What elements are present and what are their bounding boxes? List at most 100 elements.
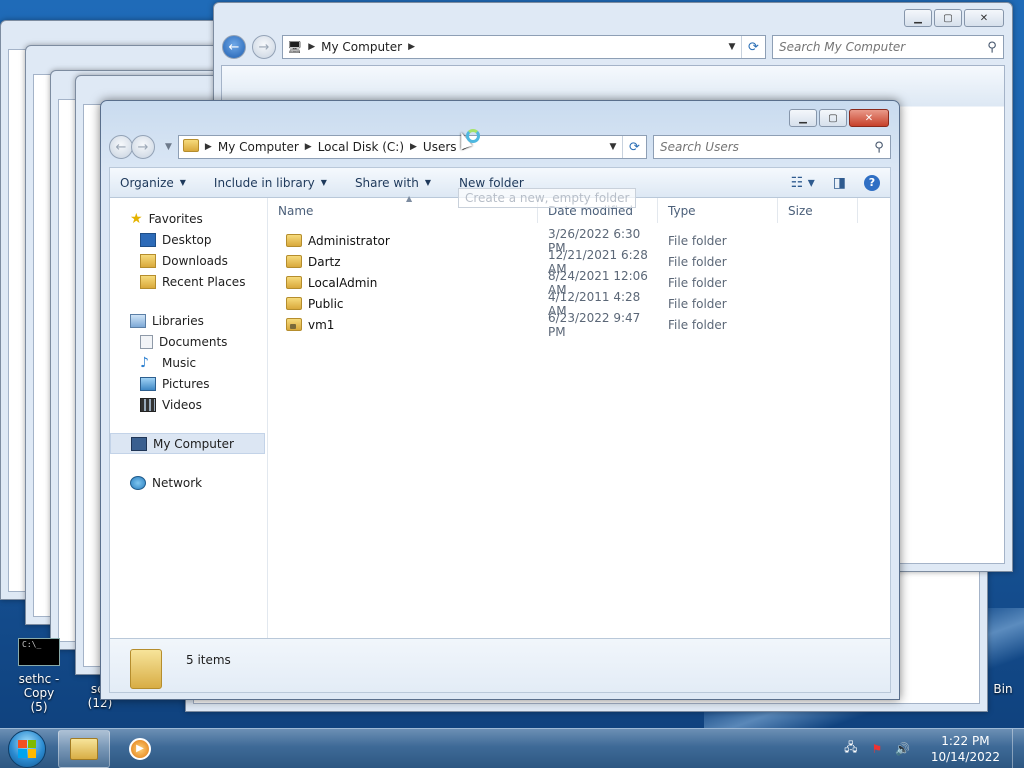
nav-my-computer[interactable]: My Computer <box>110 433 265 454</box>
maximize-button[interactable]: ▢ <box>934 9 962 27</box>
show-desktop-button[interactable] <box>1012 728 1024 768</box>
folder-icon <box>286 255 302 268</box>
recent-places-icon <box>140 274 156 289</box>
chevron-down-icon: ▼ <box>179 178 186 187</box>
minimize-button[interactable]: ▁ <box>789 109 817 127</box>
documents-icon <box>140 334 153 349</box>
windows-logo-icon <box>18 739 36 758</box>
details-pane: 5 items <box>109 639 891 693</box>
item-count: 5 items <box>186 653 231 667</box>
desktop-icon-sublabel: (5) <box>30 700 48 714</box>
nav-documents[interactable]: Documents <box>110 331 267 352</box>
background-search-box[interactable]: ⚲ <box>772 35 1004 59</box>
nav-music[interactable]: ♪ Music <box>110 352 267 373</box>
nav-favorites[interactable]: ★ Favorites <box>110 208 267 229</box>
nav-desktop[interactable]: Desktop <box>110 229 267 250</box>
column-header-size[interactable]: Size <box>778 198 858 223</box>
maximize-button[interactable]: ▢ <box>819 109 847 127</box>
folder-icon <box>286 276 302 289</box>
downloads-icon <box>140 253 156 268</box>
address-bar[interactable]: ▶ My Computer ▶ Local Disk (C:) ▶ Users … <box>177 135 647 159</box>
sort-ascending-icon: ▲ <box>406 194 413 203</box>
clock[interactable]: 1:22 PM 10/14/2022 <box>931 733 1000 765</box>
pictures-icon <box>140 376 156 391</box>
computer-icon: 🖥 <box>287 40 303 54</box>
volume-icon[interactable]: 🔊 <box>895 741 911 757</box>
column-header-type[interactable]: Type <box>658 198 778 223</box>
nav-videos[interactable]: Videos <box>110 394 267 415</box>
navigation-pane: ★ Favorites Desktop Downloads Recent Plac… <box>110 198 268 638</box>
folder-icon <box>130 649 162 689</box>
nav-libraries[interactable]: Libraries <box>110 310 267 331</box>
folder-icon <box>70 737 98 760</box>
back-icon[interactable]: ← <box>109 135 133 159</box>
folder-icon <box>286 297 302 310</box>
forward-icon[interactable]: → <box>252 35 276 59</box>
share-with-button[interactable]: Share with ▼ <box>355 176 431 190</box>
breadcrumb-separator-icon[interactable]: ▶ <box>305 142 312 152</box>
folder-icon <box>182 139 199 155</box>
file-list: ▲ Create a new, empty folder Name Date m… <box>268 188 890 638</box>
breadcrumb-local-disk[interactable]: Local Disk (C:) <box>318 140 404 154</box>
search-icon[interactable]: ⚲ <box>868 140 890 155</box>
action-center-flag-icon[interactable]: ⚑ <box>869 741 885 757</box>
taskbar-media-player-button[interactable]: ▶ <box>114 730 166 768</box>
explorer-window[interactable]: ▁ ▢ ✕ ← → ▼ ▶ My Computer ▶ Local Disk (… <box>100 100 900 700</box>
search-box[interactable]: ⚲ <box>653 135 891 159</box>
nav-network[interactable]: Network <box>110 472 267 493</box>
navigation-bar: ← → ▼ ▶ My Computer ▶ Local Disk (C:) ▶ … <box>109 133 891 161</box>
forward-icon[interactable]: → <box>131 135 155 159</box>
clock-date: 10/14/2022 <box>930 749 1000 764</box>
breadcrumb-my-computer[interactable]: My Computer <box>218 140 299 154</box>
address-crumb[interactable]: My Computer <box>321 40 402 54</box>
search-input[interactable] <box>660 140 868 154</box>
videos-icon <box>140 397 156 412</box>
taskbar: ▶ 🖧 ⚑ 🔊 1:22 PM 10/14/2022 <box>0 728 1024 768</box>
background-address-bar[interactable]: 🖥 ▶ My Computer ▶ ▼ ⟳ <box>282 35 766 59</box>
file-row-vm1[interactable]: vm1 6/23/2022 9:47 PM File folder <box>268 311 890 339</box>
help-icon[interactable]: ? <box>864 174 880 191</box>
breadcrumb-separator-icon[interactable]: ▶ <box>205 142 212 152</box>
network-icon <box>130 475 146 490</box>
refresh-icon[interactable]: ⟳ <box>741 36 765 58</box>
change-view-icon[interactable]: ☷ ▾ <box>791 175 815 191</box>
refresh-icon[interactable]: ⟳ <box>622 136 646 158</box>
nav-downloads[interactable]: Downloads <box>110 250 267 271</box>
minimize-button[interactable]: ▁ <box>904 9 932 27</box>
organize-button[interactable]: Organize ▼ <box>120 176 186 190</box>
taskbar-explorer-button[interactable] <box>58 729 110 768</box>
chevron-down-icon: ▼ <box>424 178 431 187</box>
preview-pane-icon[interactable]: ◨ <box>833 175 846 191</box>
back-icon[interactable]: ← <box>222 35 246 59</box>
desktop-icon-sethc-copy[interactable]: C:\_ sethc - Copy (5) <box>4 638 74 714</box>
close-button[interactable]: ✕ <box>849 109 889 127</box>
music-icon: ♪ <box>140 354 149 371</box>
include-in-library-button[interactable]: Include in library ▼ <box>214 176 327 190</box>
chevron-down-icon: ▼ <box>320 178 327 187</box>
clock-time: 1:22 PM <box>941 733 990 748</box>
media-player-icon: ▶ <box>129 737 151 760</box>
star-icon: ★ <box>130 210 143 227</box>
computer-icon <box>131 436 147 451</box>
recent-pages-chevron-icon[interactable]: ▼ <box>165 142 172 152</box>
search-input[interactable] <box>779 40 981 54</box>
close-button[interactable]: ✕ <box>964 9 1004 27</box>
folder-icon <box>286 234 302 247</box>
content-area: ★ Favorites Desktop Downloads Recent Plac… <box>109 188 891 639</box>
locked-folder-icon <box>286 318 302 331</box>
system-tray: 🖧 ⚑ 🔊 1:22 PM 10/14/2022 <box>843 733 1012 765</box>
command-prompt-icon: C:\_ <box>18 638 60 666</box>
search-icon[interactable]: ⚲ <box>981 40 1003 55</box>
network-tray-icon[interactable]: 🖧 <box>843 740 859 757</box>
chevron-down-icon[interactable]: ▼ <box>723 36 741 58</box>
new-folder-tooltip: Create a new, empty folder <box>458 188 637 208</box>
nav-recent-places[interactable]: Recent Places <box>110 271 267 292</box>
desktop-icon <box>140 232 156 247</box>
address-history-chevron-icon[interactable]: ▼ <box>604 136 622 158</box>
desktop-icon-recycle-bin[interactable]: Bin <box>986 682 1020 696</box>
start-button[interactable] <box>8 729 46 768</box>
nav-pictures[interactable]: Pictures <box>110 373 267 394</box>
breadcrumb-users[interactable]: Users <box>423 140 457 154</box>
breadcrumb-separator-icon[interactable]: ▶ <box>410 142 417 152</box>
desktop-icon-label: sethc - Copy <box>18 672 60 700</box>
